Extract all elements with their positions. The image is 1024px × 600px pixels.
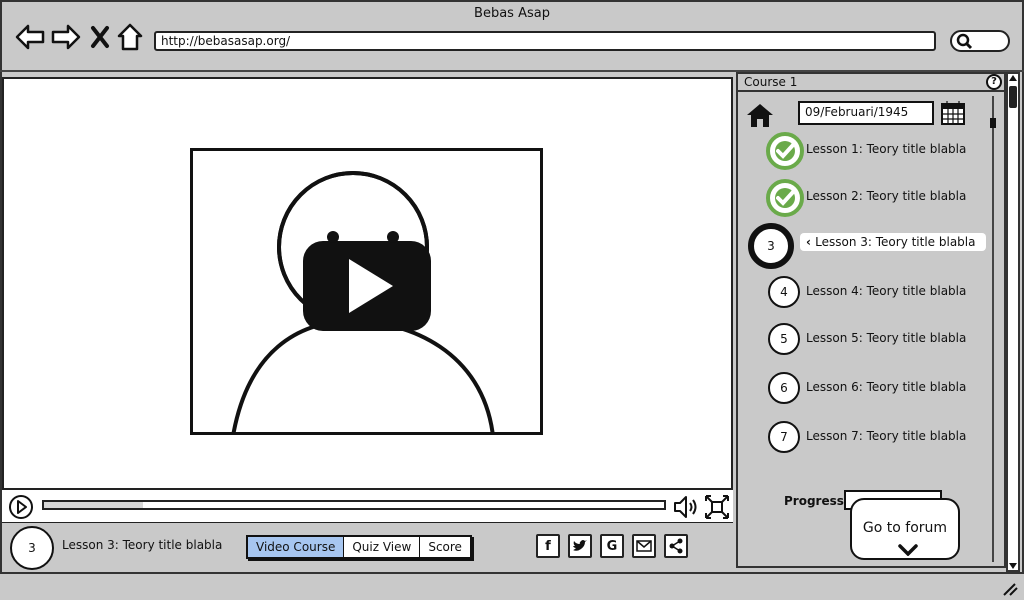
home-outline-icon[interactable] <box>116 22 144 52</box>
play-circle-icon[interactable] <box>8 494 34 520</box>
view-tabs: Video Course Quiz View Score <box>246 535 472 559</box>
lesson-label: Lesson 7: Teory title blabla <box>806 429 967 443</box>
current-lesson-title: Lesson 3: Teory title blabla <box>62 538 223 552</box>
magnifier-icon <box>956 33 973 50</box>
checkmark-icon <box>775 188 795 208</box>
back-arrow-icon[interactable] <box>14 22 46 52</box>
close-x-icon[interactable] <box>88 22 112 52</box>
scroll-down-icon[interactable] <box>1008 562 1018 570</box>
lesson-item-2[interactable]: Lesson 2: Teory title blabla <box>738 177 988 217</box>
sidebar-header: Course 1 ? <box>738 74 1004 92</box>
current-lesson-number: 3 <box>10 526 54 570</box>
date-field[interactable]: 09/Februari/1945 <box>798 101 934 125</box>
video-controls <box>2 488 733 522</box>
search-box[interactable] <box>950 30 1010 52</box>
lesson-label-text: Lesson 3: Teory title blabla <box>815 235 976 249</box>
video-progress-fill <box>44 502 144 508</box>
lesson-label: Lesson 4: Teory title blabla <box>806 284 967 298</box>
course-title: Course 1 <box>744 75 798 89</box>
lesson-current-badge: 3 <box>748 223 794 269</box>
help-icon[interactable]: ? <box>986 74 1002 90</box>
lesson-tree-line <box>992 96 994 562</box>
go-to-forum-button[interactable]: Go to forum <box>850 498 960 560</box>
share-icon[interactable] <box>664 534 688 558</box>
person-placeholder-icon <box>231 171 495 432</box>
lesson-number-badge: 7 <box>768 421 800 453</box>
scroll-thumb[interactable] <box>1009 86 1017 108</box>
checkmark-icon <box>775 141 795 161</box>
progress-label: Progress <box>784 494 844 508</box>
lesson-label: Lesson 2: Teory title blabla <box>806 189 967 203</box>
course-sidebar: Course 1 ? 09/Februari/1945 Lesson 1: Te… <box>736 72 1006 568</box>
resize-grip-icon[interactable] <box>1002 582 1018 596</box>
window-title: Bebas Asap <box>474 6 550 21</box>
current-lesson-bar: 3 Lesson 3: Teory title blabla Video Cou… <box>2 524 733 570</box>
status-bar <box>0 572 1024 600</box>
sidebar-scrollbar[interactable] <box>1006 72 1020 572</box>
lesson-number-badge: 6 <box>768 372 800 404</box>
lesson-item-1[interactable]: Lesson 1: Teory title blabla <box>738 130 988 170</box>
twitter-icon[interactable] <box>568 534 592 558</box>
lesson-item-4[interactable]: 4 Lesson 4: Teory title blabla <box>738 272 988 312</box>
forum-button-label: Go to forum <box>862 520 948 536</box>
lesson-label-current: ‹ Lesson 3: Teory title blabla <box>800 233 986 251</box>
lesson-tree-node <box>990 118 996 128</box>
lesson-label: Lesson 5: Teory title blabla <box>806 331 967 345</box>
chevron-left-icon: ‹ <box>806 235 816 249</box>
scroll-up-icon[interactable] <box>1008 74 1018 82</box>
google-icon[interactable]: G <box>600 534 624 558</box>
video-progress-bar[interactable] <box>42 500 666 510</box>
chevron-down-icon <box>898 544 918 556</box>
lesson-item-7[interactable]: 7 Lesson 7: Teory title blabla <box>738 417 988 457</box>
lesson-label: Lesson 6: Teory title blabla <box>806 380 967 394</box>
lesson-done-badge <box>766 132 804 170</box>
tab-quiz-view[interactable]: Quiz View <box>344 537 421 557</box>
mail-icon[interactable] <box>632 534 656 558</box>
facebook-icon[interactable]: f <box>536 534 560 558</box>
calendar-icon[interactable] <box>940 100 966 126</box>
tab-video-course[interactable]: Video Course <box>248 537 345 557</box>
home-icon[interactable] <box>745 102 775 128</box>
lesson-item-5[interactable]: 5 Lesson 5: Teory title blabla <box>738 319 988 359</box>
video-thumbnail[interactable] <box>190 148 543 435</box>
lesson-item-6[interactable]: 6 Lesson 6: Teory title blabla <box>738 368 988 408</box>
lesson-done-badge <box>766 179 804 217</box>
volume-icon[interactable] <box>672 494 700 520</box>
fullscreen-icon[interactable] <box>704 494 730 520</box>
lesson-number-badge: 4 <box>768 276 800 308</box>
forward-arrow-icon[interactable] <box>50 22 82 52</box>
lesson-label: Lesson 1: Teory title blabla <box>806 142 967 156</box>
url-bar[interactable]: http://bebasasap.org/ <box>154 31 936 51</box>
tab-score[interactable]: Score <box>420 537 470 557</box>
lesson-item-3[interactable]: 3 ‹ Lesson 3: Teory title blabla <box>738 221 988 269</box>
lesson-number-badge: 5 <box>768 323 800 355</box>
